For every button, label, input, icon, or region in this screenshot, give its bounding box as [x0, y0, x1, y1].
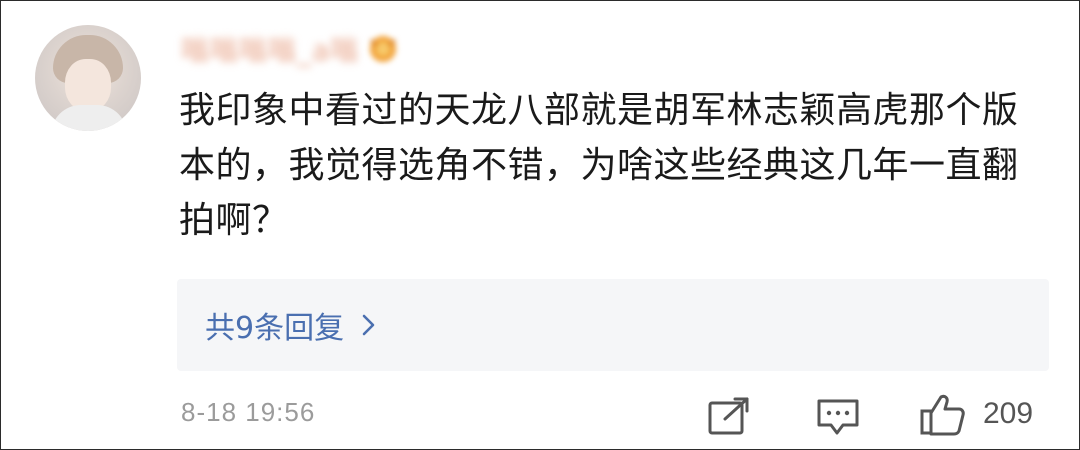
vip-badge-icon — [370, 36, 397, 62]
comment-icon[interactable] — [815, 397, 861, 437]
view-replies-button[interactable]: 共9条回复 — [177, 279, 1049, 371]
avatar-face — [65, 59, 111, 111]
username-row[interactable]: 嗡嗡嗡嗡_a嗡 — [181, 31, 403, 67]
chevron-right-icon — [362, 314, 375, 336]
share-icon[interactable] — [707, 397, 751, 437]
like-count: 209 — [983, 397, 1034, 430]
replies-label: 共9条回复 — [205, 311, 345, 346]
timestamp: 8-18 19:56 — [181, 397, 316, 427]
avatar-shirt — [51, 105, 127, 131]
username[interactable]: 嗡嗡嗡嗡_a嗡 — [181, 29, 359, 69]
avatar[interactable] — [35, 25, 141, 131]
comment-text: 我印象中看过的天龙八部就是胡军林志颖高虎那个版本的，我觉得选角不错，为啥这些经典… — [179, 90, 1019, 241]
comment-card: 嗡嗡嗡嗡_a嗡 我印象中看过的天龙八部就是胡军林志颖高虎那个版本的，我觉得选角不… — [0, 0, 1080, 450]
thumbs-up-icon[interactable] — [919, 393, 967, 437]
